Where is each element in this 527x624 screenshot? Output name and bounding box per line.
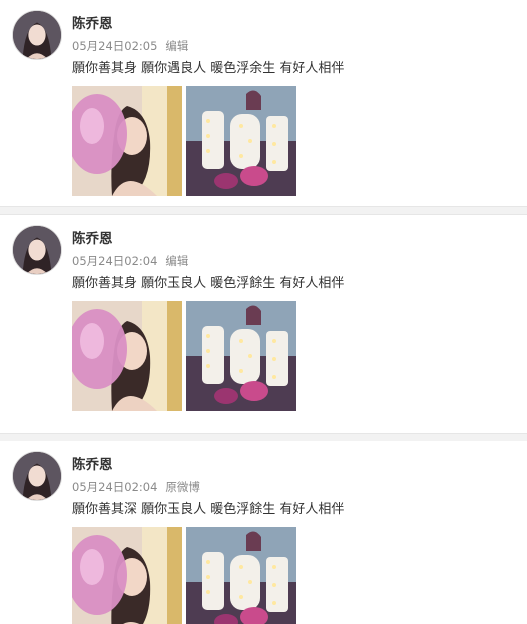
post-time[interactable]: 05月24日02:04 (72, 480, 157, 494)
post-text: 願你善其身 願你玉良人 暖色浮餘生 有好人相伴 (72, 276, 345, 291)
post-source[interactable]: 编辑 (165, 39, 188, 53)
post-time[interactable]: 05月24日02:04 (72, 254, 157, 268)
photo-thumbnail[interactable] (186, 86, 296, 196)
post-source[interactable]: 原微博 (165, 480, 200, 494)
post-card: 陈乔恩 05月24日02:05 编辑 願你善其身 願你遇良人 暖色浮余生 有好人相… (0, 0, 527, 206)
post-card: 陈乔恩 05月24日02:04 编辑 願你善其身 願你玉良人 暖色浮餘生 有好人相… (0, 215, 527, 433)
avatar[interactable] (12, 225, 62, 275)
author-name[interactable]: 陈乔恩 (72, 15, 113, 33)
post-time[interactable]: 05月24日02:05 (72, 39, 157, 53)
photo-thumbnail[interactable] (72, 527, 182, 624)
photo-thumbnail[interactable] (186, 301, 296, 411)
author-name[interactable]: 陈乔恩 (72, 230, 113, 248)
post-meta: 05月24日02:04 原微博 (72, 479, 200, 495)
photo-thumbnail[interactable] (72, 301, 182, 411)
photo-thumbnail[interactable] (72, 86, 182, 196)
author-name[interactable]: 陈乔恩 (72, 456, 113, 474)
separator (0, 206, 527, 215)
post-card: 陈乔恩 05月24日02:04 原微博 願你善其深 願你玉良人 暖色浮餘生 有好人… (0, 441, 527, 624)
avatar[interactable] (12, 10, 62, 60)
post-text: 願你善其身 願你遇良人 暖色浮余生 有好人相伴 (72, 61, 345, 76)
photo-thumbnail[interactable] (186, 527, 296, 624)
post-text: 願你善其深 願你玉良人 暖色浮餘生 有好人相伴 (72, 502, 345, 517)
avatar[interactable] (12, 451, 62, 501)
post-source[interactable]: 编辑 (165, 254, 188, 268)
post-meta: 05月24日02:05 编辑 (72, 38, 188, 54)
post-meta: 05月24日02:04 编辑 (72, 253, 188, 269)
